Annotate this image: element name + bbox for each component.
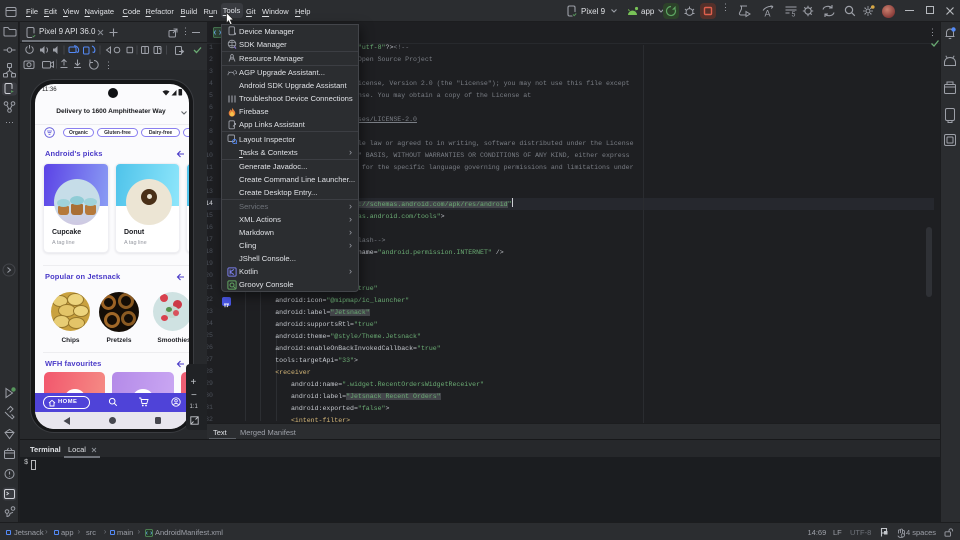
svg-text:⋮: ⋮ bbox=[104, 60, 113, 70]
svg-text:⋯: ⋯ bbox=[5, 117, 14, 127]
svg-text:5: 5 bbox=[792, 12, 796, 18]
svg-text:A: A bbox=[765, 9, 771, 19]
